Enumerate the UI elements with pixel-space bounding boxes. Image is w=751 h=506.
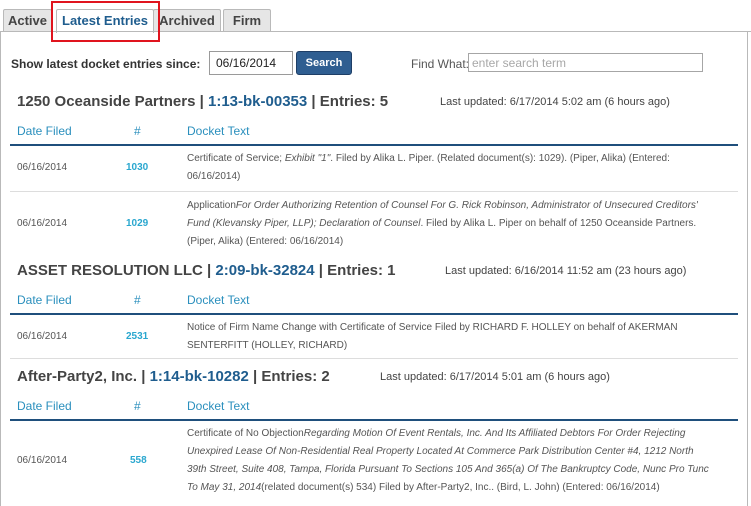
since-date-input[interactable] (209, 51, 293, 75)
last-updated: Last updated: 6/17/2014 5:01 am (6 hours… (380, 371, 610, 383)
since-label: Show latest docket entries since: (11, 57, 201, 71)
table-header: Date Filed # Docket Text (0, 284, 740, 314)
col-docket-text[interactable]: Docket Text (187, 399, 249, 413)
table-row: 06/16/2014 558 Certificate of No Objecti… (0, 425, 740, 499)
col-date-filed[interactable]: Date Filed (17, 293, 72, 307)
last-updated: Last updated: 6/17/2014 5:02 am (6 hours… (440, 96, 670, 108)
tab-active[interactable]: Active (3, 9, 52, 32)
entries-count: Entries: 1 (327, 262, 396, 279)
table-row: 06/16/2014 2531 Notice of Firm Name Chan… (0, 319, 740, 359)
search-button[interactable]: Search (296, 51, 352, 75)
table-row: 06/16/2014 1029 ApplicationFor Order Aut… (0, 197, 740, 253)
entry-date: 06/16/2014 (17, 218, 68, 229)
header-rule (10, 419, 738, 421)
entry-number-link[interactable]: 1029 (126, 215, 148, 233)
case-name: ASSET RESOLUTION LLC (17, 262, 203, 279)
case-number-link[interactable]: 1:13-bk-00353 (208, 93, 307, 110)
entry-date: 06/16/2014 (17, 455, 68, 466)
header-rule (10, 144, 738, 146)
case-number-link[interactable]: 2:09-bk-32824 (215, 262, 314, 279)
case-name: 1250 Oceanside Partners (17, 93, 196, 110)
case-number-link[interactable]: 1:14-bk-10282 (150, 368, 249, 385)
entry-number-link[interactable]: 1030 (126, 159, 148, 177)
entries-count: Entries: 2 (261, 368, 330, 385)
row-divider (10, 358, 738, 359)
col-number[interactable]: # (134, 399, 141, 413)
last-updated: Last updated: 6/16/2014 11:52 am (23 hou… (445, 265, 687, 277)
entries-count: Entries: 5 (319, 93, 389, 110)
entry-date: 06/16/2014 (17, 331, 68, 342)
col-date-filed[interactable]: Date Filed (17, 124, 72, 138)
case-name: After-Party2, Inc. (17, 368, 138, 385)
find-label: Find What: (411, 57, 470, 71)
col-number[interactable]: # (134, 124, 141, 138)
case-title: 1250 Oceanside Partners | 1:13-bk-00353 … (17, 93, 389, 110)
col-date-filed[interactable]: Date Filed (17, 399, 72, 413)
entry-text: Certificate of Service; Exhibit "1". Fil… (187, 153, 670, 182)
search-term-input[interactable] (468, 53, 703, 72)
table-header: Date Filed # Docket Text (0, 115, 740, 145)
case-title: ASSET RESOLUTION LLC | 2:09-bk-32824 | E… (17, 262, 396, 279)
case-title: After-Party2, Inc. | 1:14-bk-10282 | Ent… (17, 368, 330, 385)
entry-text: Notice of Firm Name Change with Certific… (187, 322, 678, 351)
tab-firm[interactable]: Firm (223, 9, 271, 32)
entry-text: ApplicationFor Order Authorizing Retenti… (187, 200, 698, 247)
row-divider (10, 191, 738, 192)
entry-number-link[interactable]: 558 (130, 452, 147, 470)
entry-date: 06/16/2014 (17, 162, 68, 173)
col-number[interactable]: # (134, 293, 141, 307)
header-rule (10, 313, 738, 315)
table-row: 06/16/2014 1030 Certificate of Service; … (0, 150, 740, 190)
tab-archived[interactable]: Archived (153, 9, 221, 32)
col-docket-text[interactable]: Docket Text (187, 293, 249, 307)
table-header: Date Filed # Docket Text (0, 390, 740, 420)
entry-number-link[interactable]: 2531 (126, 328, 148, 346)
col-docket-text[interactable]: Docket Text (187, 124, 249, 138)
search-row: Show latest docket entries since: Search… (0, 51, 751, 77)
entry-text: Certificate of No ObjectionRegarding Mot… (187, 428, 709, 493)
